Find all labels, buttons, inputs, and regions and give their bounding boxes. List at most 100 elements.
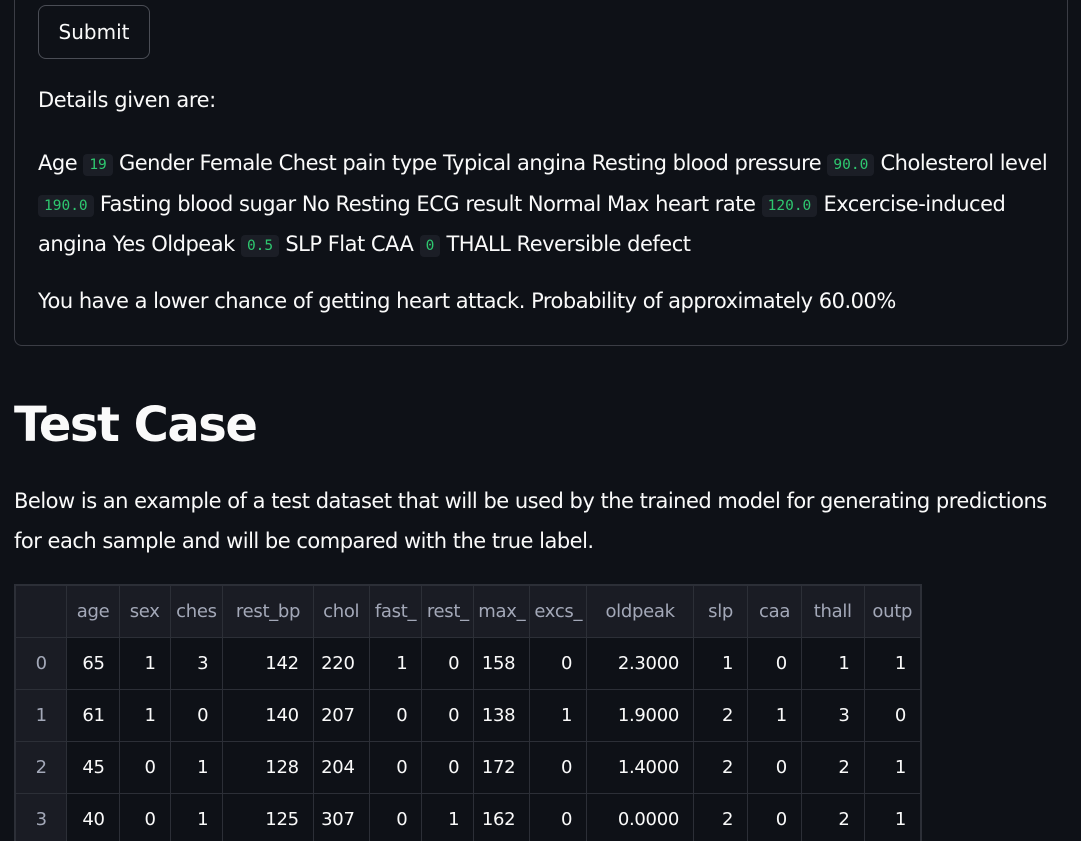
table-cell[interactable]: 162 — [473, 793, 531, 841]
row-index[interactable]: 3 — [15, 793, 68, 841]
column-header-thall[interactable]: thall — [800, 585, 865, 638]
table-cell[interactable]: 158 — [473, 637, 531, 690]
table-cell[interactable]: 1 — [863, 741, 921, 794]
table-cell[interactable]: 0 — [421, 637, 475, 690]
prediction-result: You have a lower chance of getting heart… — [38, 289, 896, 313]
table-body: 0 65 1 3 142 220 1 0 158 0 2.3000 1 0 1 1 1 61 1 0 140 207 0 0… — [15, 637, 921, 841]
table-cell[interactable]: 1 — [800, 637, 865, 690]
table-cell[interactable]: 65 — [66, 637, 120, 690]
table-cell[interactable]: 204 — [312, 741, 370, 794]
table-cell[interactable]: 40 — [66, 793, 120, 841]
table-cell[interactable]: 0 — [118, 793, 171, 841]
table-cell[interactable]: 138 — [473, 689, 531, 742]
table-cell[interactable]: 1 — [118, 637, 171, 690]
gender-chest-bp-text: Gender Female Chest pain type Typical an… — [118, 151, 822, 175]
table-cell[interactable]: 0 — [529, 637, 588, 690]
table-cell[interactable]: 1 — [692, 637, 749, 690]
row-index[interactable]: 0 — [15, 637, 68, 690]
resting-bp-value: 90.0 — [827, 154, 875, 176]
table-cell[interactable]: 0 — [747, 793, 802, 841]
table-cell[interactable]: 0 — [529, 741, 588, 794]
column-header-chol[interactable]: chol — [312, 585, 370, 638]
table-cell[interactable]: 0 — [863, 689, 921, 742]
age-value: 19 — [83, 154, 113, 176]
table-cell[interactable]: 1.9000 — [586, 689, 694, 742]
age-label: Age — [38, 151, 78, 175]
table-cell[interactable]: 172 — [473, 741, 531, 794]
details-summary: Age 19 Gender Female Chest pain type Typ… — [38, 144, 1058, 266]
table-cell[interactable]: 1 — [118, 689, 171, 742]
table-cell[interactable]: 0 — [368, 793, 423, 841]
table-cell[interactable]: 1 — [421, 793, 475, 841]
column-header-oldpeak[interactable]: oldpeak — [586, 585, 694, 638]
table-cell[interactable]: 1.4000 — [586, 741, 694, 794]
table-cell[interactable]: 2 — [692, 741, 749, 794]
row-index[interactable]: 1 — [15, 689, 68, 742]
details-heading: Details given are: — [38, 88, 216, 112]
table-cell[interactable]: 1 — [529, 689, 588, 742]
test-case-description: Below is an example of a test dataset th… — [14, 489, 1047, 553]
table-cell[interactable]: 207 — [312, 689, 370, 742]
table-cell[interactable]: 2 — [800, 741, 865, 794]
fbs-ecg-heart-text: Fasting blood sugar No Resting ECG resul… — [99, 191, 756, 216]
table-cell[interactable]: 128 — [222, 741, 314, 794]
table-row: 1 61 1 0 140 207 0 0 138 1 1.9000 2 1 3 0 — [15, 689, 921, 742]
column-header-fast[interactable]: fast_ — [368, 585, 423, 638]
submit-button[interactable]: Submit — [38, 5, 150, 59]
header-row: age sex ches rest_bp chol fast_ rest_ max_ excs_… — [15, 585, 921, 638]
table-cell[interactable]: 307 — [312, 793, 370, 841]
table-cell[interactable]: 142 — [222, 637, 314, 690]
table-cell[interactable]: 0 — [368, 689, 423, 742]
index-header[interactable] — [15, 585, 68, 638]
table-cell[interactable]: 0 — [169, 689, 224, 742]
table-cell[interactable]: 2 — [692, 793, 749, 841]
table-cell[interactable]: 1 — [863, 637, 921, 690]
column-header-slp[interactable]: slp — [692, 585, 749, 638]
test-dataframe[interactable]: age sex ches rest_bp chol fast_ rest_ max_ excs_… — [14, 584, 922, 841]
table-cell[interactable]: 3 — [800, 689, 865, 742]
table-cell[interactable]: 0 — [747, 741, 802, 794]
table-cell[interactable]: 125 — [222, 793, 314, 841]
table-cell[interactable]: 1 — [863, 793, 921, 841]
column-header-age[interactable]: age — [66, 585, 120, 638]
table-cell[interactable]: 140 — [222, 689, 314, 742]
slp-caa-text: SLP Flat CAA — [285, 232, 414, 257]
column-header-caa[interactable]: caa — [747, 585, 802, 638]
table-row: 2 45 0 1 128 204 0 0 172 0 1.4000 2 0 2 1 — [15, 741, 921, 794]
table-cell[interactable]: 1 — [747, 689, 802, 742]
table-cell[interactable]: 3 — [169, 637, 224, 690]
dataframe-table: age sex ches rest_bp chol fast_ rest_ max_ excs_… — [15, 585, 921, 841]
cholesterol-label: Cholesterol level — [880, 151, 1048, 175]
table-cell[interactable]: 0 — [421, 741, 475, 794]
table-cell[interactable]: 0.0000 — [586, 793, 694, 841]
column-header-max[interactable]: max_ — [473, 585, 531, 638]
table-cell[interactable]: 1 — [169, 793, 224, 841]
max-heart-rate-value: 120.0 — [761, 194, 818, 217]
table-row: 3 40 0 1 125 307 0 1 162 0 0.0000 2 0 2 1 — [15, 793, 921, 841]
table-cell[interactable]: 61 — [66, 689, 120, 742]
row-index[interactable]: 2 — [15, 741, 68, 794]
column-header-rest_bp[interactable]: rest_bp — [222, 585, 314, 638]
table-cell[interactable]: 0 — [421, 689, 475, 742]
column-header-rest[interactable]: rest_ — [421, 585, 475, 638]
column-header-ches[interactable]: ches — [169, 585, 224, 638]
caa-value: 0 — [419, 235, 441, 258]
table-cell[interactable]: 0 — [118, 741, 171, 794]
table-cell[interactable]: 0 — [747, 637, 802, 690]
table-cell[interactable]: 1 — [368, 637, 423, 690]
column-header-outp[interactable]: outp — [863, 585, 921, 638]
app-page: Submit Details given are: Age 19 Gender … — [0, 0, 1081, 841]
column-header-excs[interactable]: excs_ — [529, 585, 588, 638]
table-cell[interactable]: 2 — [692, 689, 749, 742]
thall-text: THALL Reversible defect — [446, 232, 691, 257]
table-cell[interactable]: 1 — [169, 741, 224, 794]
table-cell[interactable]: 2 — [800, 793, 865, 841]
test-case-title: Test Case — [14, 397, 258, 453]
column-header-sex[interactable]: sex — [118, 585, 171, 638]
table-cell[interactable]: 0 — [368, 741, 423, 794]
table-cell[interactable]: 2.3000 — [586, 637, 694, 690]
table-cell[interactable]: 220 — [312, 637, 370, 690]
table-cell[interactable]: 0 — [529, 793, 588, 841]
table-cell[interactable]: 45 — [66, 741, 120, 794]
table-row: 0 65 1 3 142 220 1 0 158 0 2.3000 1 0 1 1 — [15, 637, 921, 690]
